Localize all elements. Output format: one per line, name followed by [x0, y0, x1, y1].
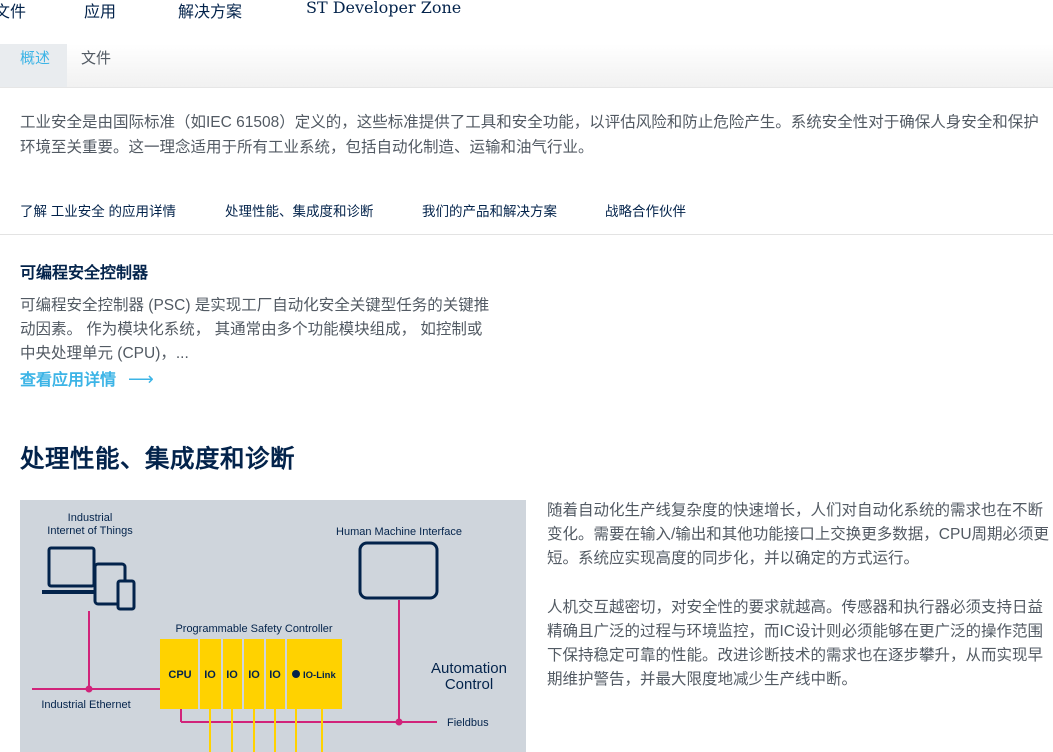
field-lines [209, 709, 323, 752]
psc-diagram-label: Programmable Safety Controller [175, 623, 332, 635]
hmi-label: Human Machine Interface [336, 526, 462, 538]
hmi-screen-icon [358, 541, 439, 600]
top-navigation: 文件 应用 解决方案 ST Developer Zone [0, 0, 1053, 45]
subnav-performance[interactable]: 处理性能、集成度和诊断 [225, 200, 374, 220]
nav-item-developer-zone[interactable]: ST Developer Zone [306, 0, 461, 17]
ethernet-node-dot [85, 685, 93, 693]
p2-line-4: 期维护警告，并最大限度地减少生产线中断。 [547, 671, 858, 688]
tab-bar: 概述 文件 [0, 44, 1053, 88]
paragraph-1: 随着自动化生产线复杂度的快速增长，人们对自动化系统的需求也在不断 变化。需要在输… [547, 499, 1053, 571]
nav-item-solutions[interactable]: 解决方案 [178, 0, 242, 22]
arrow-right-icon: ⟶ [128, 369, 154, 389]
paragraph-2: 人机交互越密切，对安全性的要求就越高。传感器和执行器必须支持日益 精确且广泛的过… [547, 596, 1053, 692]
link-label: 查看应用详情 [20, 372, 117, 389]
module-cpu: CPU [168, 669, 191, 681]
p2-line-2: 精确且广泛的过程与环境监控，而IC设计则必须能够在更广泛的操作范围 [547, 623, 1044, 640]
intro-text: 工业安全是由国际标准（如IEC 61508）定义的，这些标准提供了工具和安全功能… [20, 111, 1053, 160]
p2-line-1: 人机交互越密切，对安全性的要求就越高。传感器和执行器必须支持日益 [547, 599, 1044, 616]
psc-title: 可编程安全控制器 [20, 265, 149, 282]
automation-label-1: Automation [431, 660, 507, 677]
psc-line-3: 中央处理单元 (CPU)，... [20, 345, 189, 362]
fieldbus-node-dot [395, 718, 403, 726]
psc-line-1: 可编程安全控制器 (PSC) 是实现工厂自动化安全关键型任务的关键推 [20, 297, 490, 314]
module-io-2: IO [226, 669, 238, 681]
p2-line-3: 下保持稳定可靠的性能。改进诊断技术的需求也在逐步攀升，从而实现早 [547, 647, 1044, 664]
iiot-label-2: Internet of Things [47, 525, 133, 537]
section-title: 处理性能、集成度和诊断 [20, 446, 295, 473]
tab-overview[interactable]: 概述 [0, 44, 67, 87]
intro-line-1: 工业安全是由国际标准（如IEC 61508）定义的，这些标准提供了工具和安全功能… [20, 114, 1039, 131]
subnav-application-details[interactable]: 了解 工业安全 的应用详情 [20, 200, 176, 220]
p1-line-3: 短。系统应实现高度的同步化，并以确定的方式运行。 [547, 550, 920, 567]
subnav-partners[interactable]: 战略合作伙伴 [605, 200, 686, 220]
tab-documents[interactable]: 文件 [81, 44, 111, 87]
io-link-icon [292, 670, 300, 678]
intro-line-2: 环境至关重要。这一理念适用于所有工业系统，包括自动化制造、运输和油气行业。 [20, 138, 594, 156]
nav-item-applications[interactable]: 应用 [84, 0, 116, 22]
psc-description: 可编程安全控制器 (PSC) 是实现工厂自动化安全关键型任务的关键推 动因素。 … [20, 294, 520, 366]
system-diagram: Industrial Internet of Things Human Mach… [20, 500, 526, 752]
psc-line-2: 动因素。 作为模块化系统， 其通常由多个功能模块组成， 如控制或 [20, 321, 483, 338]
devices-icon [42, 546, 136, 611]
p1-line-1: 随着自动化生产线复杂度的快速增长，人们对自动化系统的需求也在不断 [547, 502, 1044, 519]
module-io-3: IO [248, 669, 260, 681]
ethernet-label: Industrial Ethernet [41, 699, 130, 711]
fieldbus-label: Fieldbus [447, 717, 489, 729]
p1-line-2: 变化。需要在输入/输出和其他功能接口上交换更多数据，CPU周期必须更 [547, 526, 1050, 543]
module-io-1: IO [204, 669, 216, 681]
iiot-label-1: Industrial [68, 512, 113, 524]
module-io-link: IO-Link [303, 670, 336, 681]
module-io-4: IO [269, 669, 281, 681]
nav-item-files[interactable]: 文件 [0, 0, 26, 22]
automation-label-2: Control [445, 676, 493, 693]
subnav-products[interactable]: 我们的产品和解决方案 [422, 200, 557, 220]
section-subnav: 了解 工业安全 的应用详情 处理性能、集成度和诊断 我们的产品和解决方案 战略合… [0, 196, 1053, 235]
view-application-details-link[interactable]: 查看应用详情 ⟶ [20, 366, 154, 390]
